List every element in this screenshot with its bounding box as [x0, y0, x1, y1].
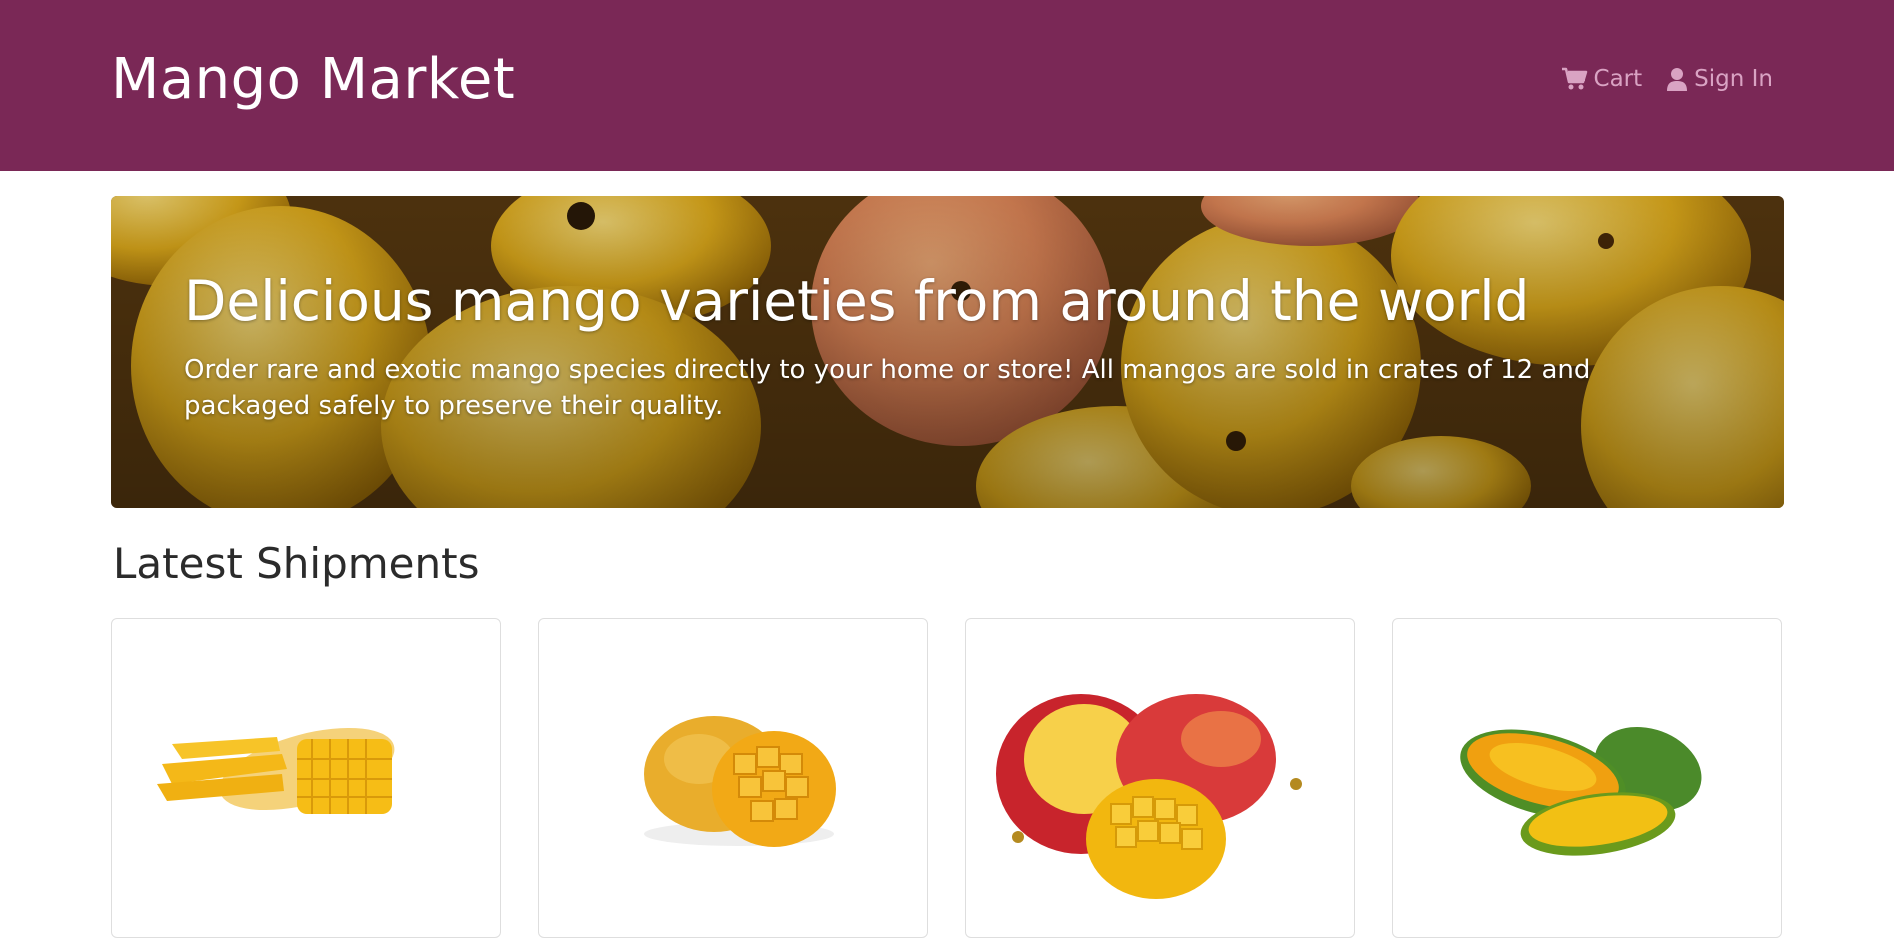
- product-card[interactable]: [538, 618, 928, 938]
- cart-link[interactable]: Cart: [1561, 66, 1643, 92]
- signin-link[interactable]: Sign In: [1666, 66, 1773, 92]
- cart-icon: [1561, 67, 1588, 91]
- product-card[interactable]: [1392, 618, 1782, 938]
- latest-shipments-heading: Latest Shipments: [113, 539, 480, 588]
- nav-links: Cart Sign In: [1561, 66, 1773, 92]
- shipment-cards: [111, 618, 1784, 938]
- product-card[interactable]: [965, 618, 1355, 938]
- navbar: Mango Market Cart Sign In: [0, 0, 1894, 171]
- mango-product-image: [157, 727, 395, 814]
- user-icon: [1666, 67, 1688, 91]
- brand-logo[interactable]: Mango Market: [111, 44, 515, 116]
- signin-label: Sign In: [1694, 66, 1773, 92]
- mango-product-image: [644, 716, 836, 847]
- hero-description: Order rare and exotic mango species dire…: [184, 355, 1591, 421]
- mango-product-image: [996, 694, 1302, 899]
- mango-product-image: [1460, 726, 1702, 856]
- cart-label: Cart: [1593, 66, 1643, 92]
- hero-banner: Delicious mango varieties from around th…: [111, 196, 1784, 508]
- product-card[interactable]: [111, 618, 501, 938]
- hero-title: Delicious mango varieties from around th…: [184, 269, 1530, 333]
